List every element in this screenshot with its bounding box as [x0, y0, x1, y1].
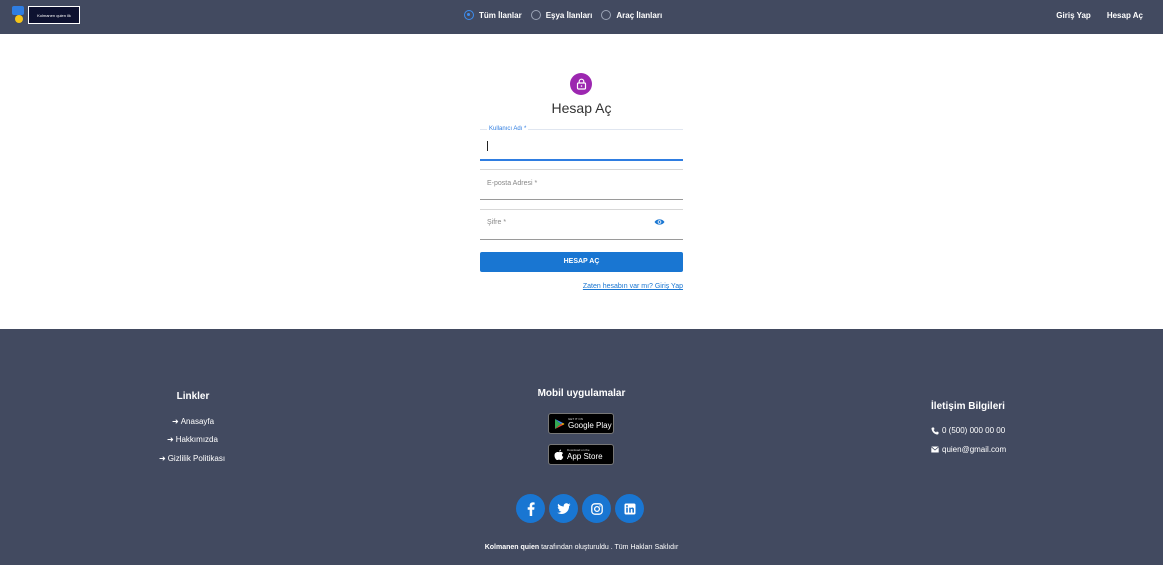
facebook-button[interactable] [516, 494, 545, 523]
footer-link-home[interactable]: ➜ Anasayfa [172, 417, 214, 426]
footer-link-privacy[interactable]: ➜ Gizlilik Politikası [159, 454, 225, 463]
google-play-icon [555, 418, 565, 429]
auth-nav: Giriş Yap Hesap Aç [1056, 11, 1143, 20]
radio-unchecked-icon[interactable] [601, 10, 612, 20]
username-field[interactable]: Kullanıcı Adı * [480, 126, 683, 161]
apple-icon [554, 449, 564, 460]
app-store-text: App Store [567, 452, 603, 461]
arrow-right-icon: ➜ [159, 454, 166, 463]
google-play-text: Google Play [568, 421, 612, 430]
password-label: Şifre * [487, 219, 507, 226]
contact-email[interactable]: quien@gmail.com [931, 445, 1006, 454]
filter-all-listings[interactable]: Tüm İlanlar [464, 10, 522, 20]
register-submit-button[interactable]: HESAP AÇ [480, 252, 683, 272]
footer-link-label: Anasayfa [180, 417, 215, 426]
filter-label: Araç İlanları [616, 10, 663, 20]
linkedin-button[interactable] [615, 494, 644, 523]
site-logo[interactable]: Kolmanen quien ilk [12, 5, 80, 25]
radio-checked-icon[interactable] [464, 10, 474, 20]
login-link[interactable]: Zaten hesabın var mı? Giriş Yap [583, 283, 683, 290]
email-label: E-posta Adresi * [487, 180, 538, 187]
arrow-right-icon: ➜ [172, 417, 179, 426]
lock-icon [576, 78, 586, 90]
app-store-badge[interactable]: Download on the App Store [548, 444, 614, 465]
phone-icon [931, 427, 939, 434]
username-label: Kullanıcı Adı * [487, 126, 529, 132]
email-text: quien@gmail.com [942, 445, 1007, 454]
text-caret [487, 141, 488, 151]
top-navbar: Kolmanen quien ilk Tüm İlanlar Eşya İlan… [0, 0, 1163, 34]
filter-label: Eşya İlanları [545, 10, 593, 20]
filter-item-listings[interactable]: Eşya İlanları [530, 10, 593, 20]
twitter-icon [556, 502, 570, 514]
eye-icon[interactable] [654, 218, 665, 226]
phone-text: 0 (500) 000 00 00 [942, 426, 1006, 435]
instagram-icon [590, 502, 603, 515]
social-links [516, 494, 644, 523]
footer-link-about[interactable]: ➜ Hakkımızda [167, 435, 218, 444]
copyright-text: Kolmanen quien tarafından oluşturuldu . … [0, 544, 1163, 551]
login-nav-link[interactable]: Giriş Yap [1056, 11, 1091, 20]
footer-link-label: Gizlilik Politikası [167, 454, 226, 463]
footer-link-label: Hakkımızda [175, 435, 218, 444]
contact-phone[interactable]: 0 (500) 000 00 00 [931, 426, 1005, 435]
register-nav-link[interactable]: Hesap Aç [1107, 11, 1143, 20]
email-field[interactable]: E-posta Adresi * [480, 169, 683, 200]
copyright-rest: tarafından oluşturuldu . Tüm Hakları Sak… [541, 544, 679, 551]
twitter-button[interactable] [549, 494, 578, 523]
google-play-badge[interactable]: GET IT ON Google Play [548, 413, 614, 434]
links-title: Linkler [176, 391, 210, 402]
password-field[interactable]: Şifre * [480, 209, 683, 240]
filter-label: Tüm İlanlar [479, 10, 522, 20]
listing-filter-group: Tüm İlanlar Eşya İlanları Araç İlanları [464, 10, 662, 20]
linkedin-icon [624, 503, 635, 514]
logo-mark-icon [12, 6, 26, 24]
page-title: Hesap Aç [551, 100, 612, 116]
mobile-apps-title: Mobil uygulamalar [537, 388, 626, 399]
arrow-right-icon: ➜ [167, 435, 174, 444]
radio-unchecked-icon[interactable] [530, 10, 541, 20]
filter-vehicle-listings[interactable]: Araç İlanları [601, 10, 662, 20]
logo-text: Kolmanen quien ilk [28, 6, 80, 24]
copyright-brand: Kolmanen quien [484, 544, 540, 551]
lock-avatar [570, 73, 592, 95]
facebook-icon [527, 501, 535, 516]
mail-icon [931, 446, 939, 453]
site-footer: Linkler ➜ Anasayfa ➜ Hakkımızda ➜ Gizlil… [0, 329, 1163, 565]
instagram-button[interactable] [582, 494, 611, 523]
contact-title: İletişim Bilgileri [931, 401, 1005, 412]
